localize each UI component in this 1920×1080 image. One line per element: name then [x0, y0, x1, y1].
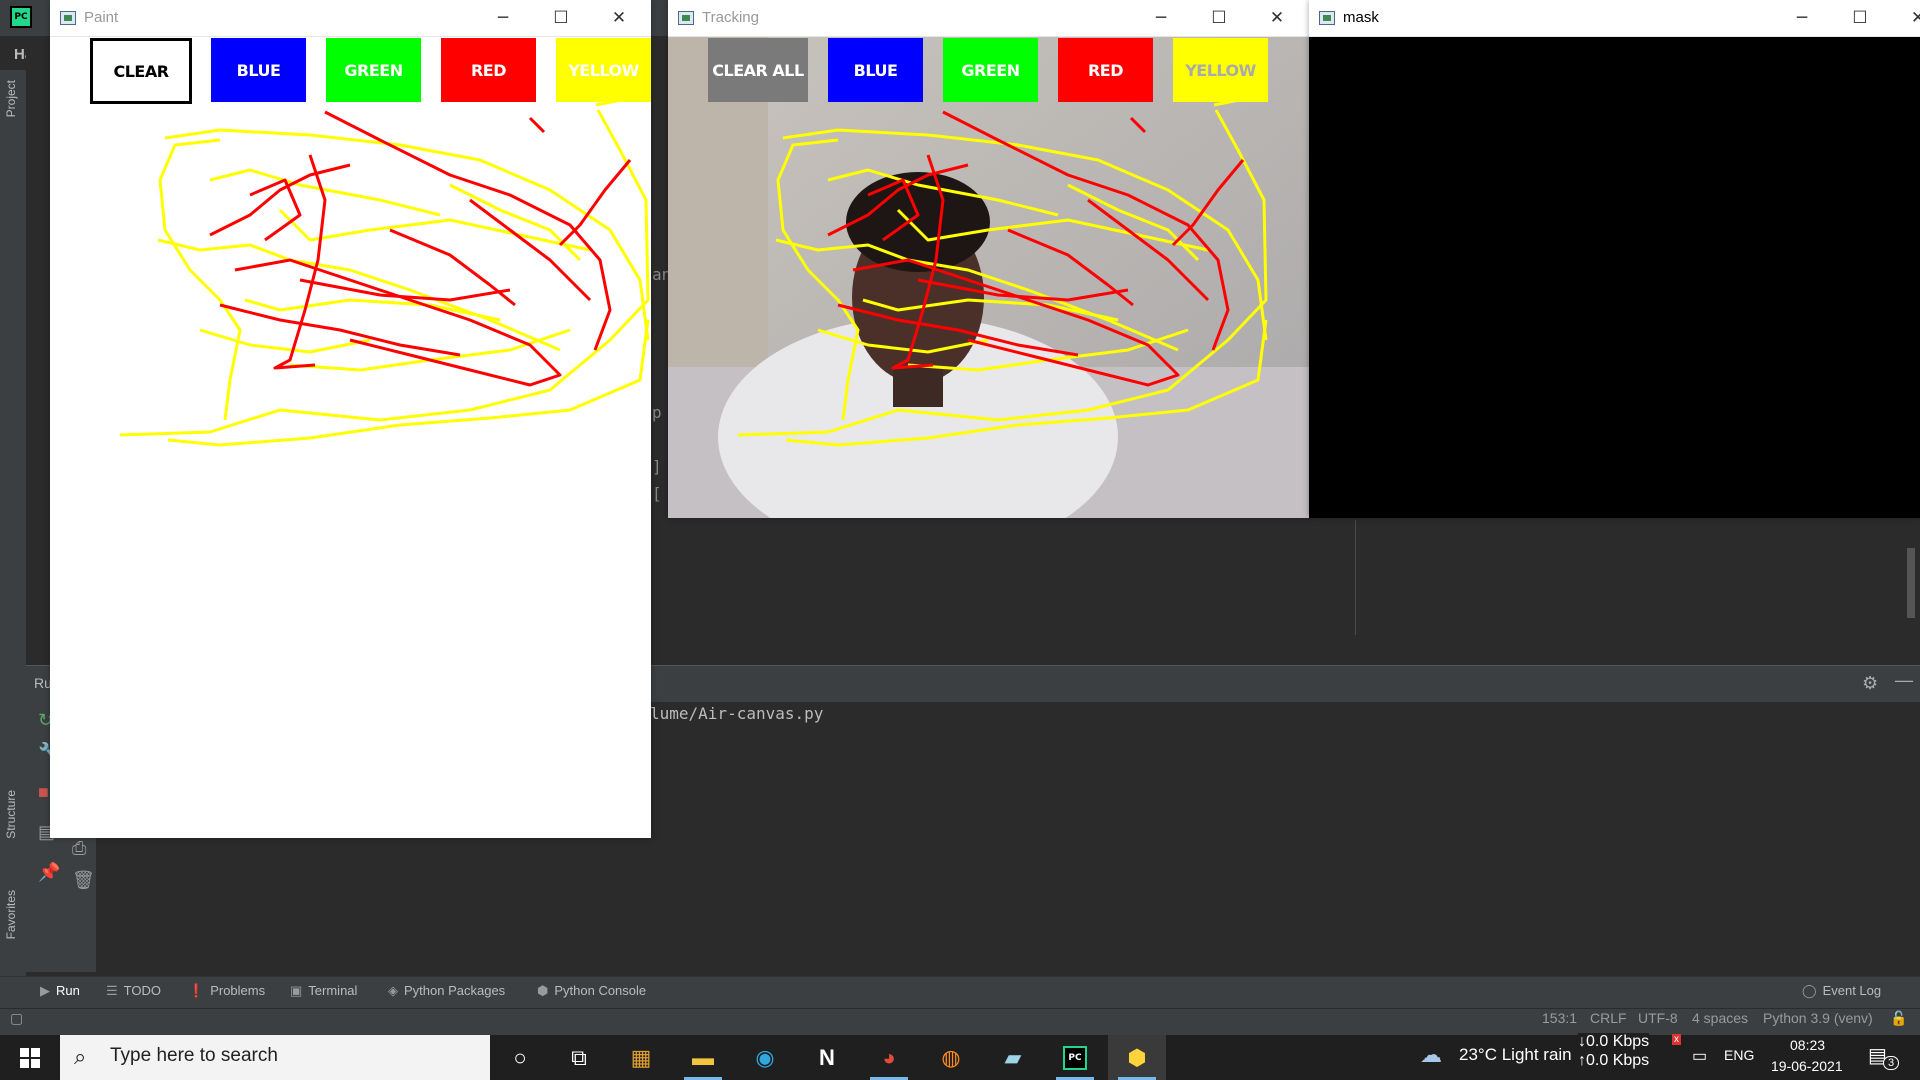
todo-icon: ☰ [106, 983, 118, 998]
firefox-icon[interactable]: ◍ [922, 1035, 980, 1080]
problems-icon: ❗ [188, 983, 205, 998]
editor-fragment: [ [652, 484, 662, 503]
yellow-stroke [776, 138, 860, 421]
close-icon[interactable]: ✕ [1895, 4, 1920, 32]
tab-python-packages[interactable]: ◈ Python Packages [388, 983, 505, 999]
pin-icon[interactable]: 📌 [38, 862, 60, 883]
lock-icon[interactable]: 🔓 [1890, 1010, 1907, 1027]
language-indicator[interactable]: ENG [1724, 1047, 1754, 1063]
yellow-stroke [158, 138, 242, 421]
search-icon: ⌕ [74, 1044, 87, 1069]
tool-project[interactable]: Project [4, 80, 18, 117]
gear-icon[interactable]: ⚙ [1862, 673, 1878, 694]
red-stroke [528, 116, 546, 134]
red-stroke [299, 278, 511, 302]
print-icon[interactable]: ⎙ [72, 838, 86, 859]
clock-time[interactable]: 08:23 [1790, 1037, 1825, 1053]
windows-logo-icon [20, 1047, 40, 1068]
search-placeholder: Type here to search [110, 1045, 278, 1066]
notion-icon[interactable]: N [798, 1035, 856, 1080]
paint-canvas-drawing[interactable] [50, 0, 651, 838]
mask-view [1309, 37, 1920, 518]
weather-text[interactable]: 23°C Light rain [1459, 1045, 1572, 1065]
ide-statusbar [0, 1008, 1920, 1035]
tool-favorites[interactable]: Favorites [4, 890, 18, 939]
yellow-stroke [119, 93, 650, 437]
notification-count: 3 [1883, 1056, 1900, 1070]
status-position[interactable]: 153:1 [1542, 1010, 1577, 1026]
terminal-icon: ▣ [290, 983, 303, 998]
weather-icon[interactable]: ☁ [1420, 1042, 1442, 1068]
red-stroke [1171, 159, 1245, 247]
red-stroke [917, 278, 1129, 302]
python-console-icon: ⬢ [537, 983, 549, 998]
tab-python-console[interactable]: ⬢ Python Console [537, 983, 646, 999]
net-meter-close-icon[interactable]: x [1672, 1034, 1681, 1045]
tracking-overlay-drawing [737, 93, 1268, 447]
battery-icon[interactable]: ▭ [1692, 1046, 1707, 1066]
editor-fragment: p [652, 403, 662, 422]
task-view-icon[interactable]: ⧉ [550, 1035, 608, 1080]
edge-icon[interactable]: ◉ [736, 1035, 794, 1080]
chrome-icon[interactable]: ◕ [860, 1035, 918, 1080]
maximize-icon[interactable]: ☐ [1837, 4, 1883, 32]
mask-window[interactable]: mask ─ ☐ ✕ [1309, 0, 1920, 518]
editor-split-divider [1355, 520, 1356, 635]
pycharm-icon[interactable]: PC [1046, 1035, 1104, 1080]
clock-date[interactable]: 19-06-2021 [1771, 1058, 1843, 1074]
console-output-line: lume/Air-canvas.py [650, 704, 824, 723]
editor-scrollbar[interactable] [1907, 548, 1915, 618]
packages-icon: ◈ [388, 983, 398, 998]
paint-window[interactable]: Paint ─ ☐ ✕ CLEAR BLUE GREEN RED YELLOW [50, 0, 651, 838]
pycharm-logo-icon: PC [10, 6, 32, 28]
ide-bottom-tool-tabs [0, 976, 1920, 1009]
store-icon[interactable]: ▦ [612, 1035, 670, 1080]
minimize-icon[interactable]: ─ [1779, 4, 1825, 32]
status-encoding[interactable]: UTF-8 [1638, 1010, 1678, 1026]
ide-left-tool-strip: Project Structure Favorites [0, 70, 27, 980]
python-icon[interactable]: ⬢ [1108, 1035, 1166, 1080]
yellow-stroke [167, 319, 650, 447]
status-indent[interactable]: 4 spaces [1692, 1010, 1748, 1026]
minimize-panel-icon[interactable]: — [1895, 670, 1913, 691]
notepad-icon[interactable]: ▰ [984, 1035, 1042, 1080]
tab-todo[interactable]: ☰ TODO [106, 983, 161, 999]
tool-structure[interactable]: Structure [4, 790, 18, 839]
start-button[interactable] [0, 1035, 60, 1080]
run-icon: ▶ [40, 983, 50, 998]
stop-icon[interactable]: ■ [38, 782, 49, 803]
yellow-stroke [785, 319, 1268, 447]
mask-titlebar[interactable]: mask ─ ☐ ✕ [1309, 0, 1920, 37]
trash-icon[interactable]: 🗑 [72, 870, 95, 891]
layout-toggle-icon[interactable]: ▢ [10, 1010, 23, 1027]
tab-run[interactable]: ▶ Run [40, 983, 80, 999]
net-down-speed: ↓0.0 Kbps [1578, 1033, 1650, 1051]
event-log-icon: ◯ [1802, 983, 1817, 998]
cortana-icon[interactable]: ○ [491, 1035, 549, 1080]
red-stroke [1129, 116, 1147, 134]
window-title: mask [1343, 9, 1379, 26]
status-interpreter[interactable]: Python 3.9 (venv) [1763, 1010, 1873, 1026]
file-explorer-icon[interactable]: ▬ [674, 1035, 732, 1080]
editor-fragment: ] [652, 457, 662, 476]
yellow-stroke [278, 208, 591, 252]
tab-problems[interactable]: ❗ Problems [188, 983, 265, 999]
tab-terminal[interactable]: ▣ Terminal [290, 983, 357, 999]
yellow-stroke [817, 328, 989, 354]
net-up-speed: ↑0.0 Kbps [1578, 1052, 1650, 1070]
status-line-separator[interactable]: CRLF [1590, 1010, 1627, 1026]
tracking-window[interactable]: Tracking ─ ☐ ✕ CLEAR ALL BLUE GREEN RED … [668, 0, 1309, 518]
yellow-stroke [896, 208, 1209, 252]
window-app-icon [1319, 11, 1335, 25]
yellow-stroke [737, 93, 1268, 437]
event-log-button[interactable]: ◯ Event Log [1802, 983, 1881, 999]
yellow-stroke [199, 328, 371, 354]
